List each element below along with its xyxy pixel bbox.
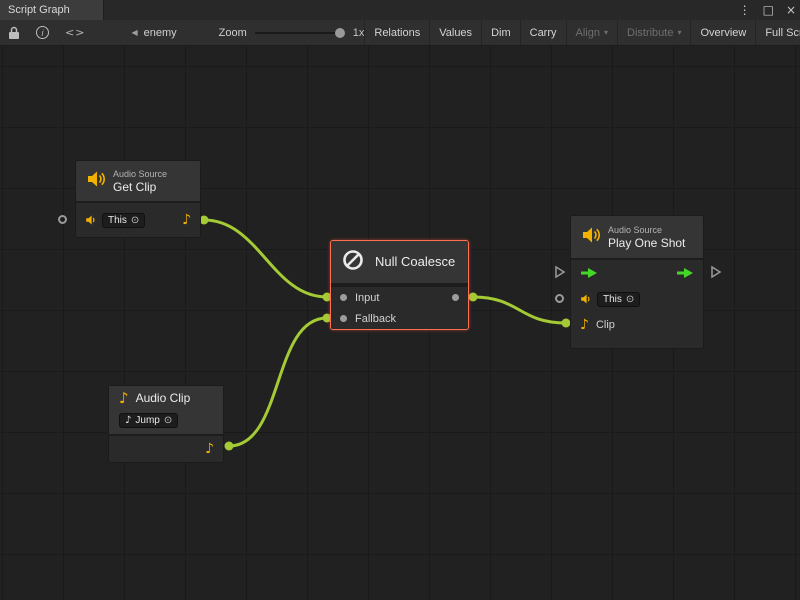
node-value-row: ♪ Jump ⊙ — [109, 410, 223, 434]
node-play-one-shot[interactable]: Audio Source Play One Shot This ⊙ — [570, 215, 704, 349]
input-port-row: Input — [331, 287, 468, 308]
audioclip-output-icon: ♪ — [182, 213, 191, 227]
node-title: Null Coalesce — [375, 255, 455, 269]
align-dropdown: Align ▾ — [566, 20, 617, 45]
zoom-slider-track — [255, 32, 345, 34]
zoom-slider-handle[interactable] — [335, 28, 345, 38]
close-icon[interactable]: × — [786, 4, 796, 16]
clip-port-label: Clip — [596, 319, 615, 331]
node-category: Audio Source — [113, 169, 167, 180]
music-note-icon: ♪ — [125, 415, 131, 426]
node-header: Null Coalesce — [331, 241, 468, 283]
node-title: Audio Clip — [136, 391, 191, 405]
breadcrumb[interactable]: ◀ enemy — [131, 27, 176, 39]
info-icon[interactable]: i — [36, 26, 49, 39]
toolbar-buttons: Relations Values Dim Carry Align ▾ Distr… — [364, 20, 800, 45]
node-title: Play One Shot — [608, 236, 685, 250]
port-audioclip-output[interactable] — [225, 442, 234, 451]
code-icon[interactable]: <> — [65, 26, 85, 39]
zoom-group: Zoom 1x — [219, 26, 365, 40]
fallback-port-row: Fallback — [331, 308, 468, 329]
object-picker-icon[interactable]: ⊙ — [131, 215, 139, 226]
speaker-icon — [580, 293, 592, 305]
audioclip-output-icon: ♪ — [205, 442, 214, 456]
object-picker-icon[interactable]: ⊙ — [164, 415, 172, 426]
node-footer — [571, 338, 703, 348]
input-port-dot[interactable] — [340, 294, 347, 301]
maximize-icon[interactable]: □ — [763, 4, 774, 16]
node-header: Audio Source Get Clip — [76, 161, 200, 201]
window-tab-bar: Script Graph ⋮ □ × — [0, 0, 800, 20]
port-playoneshot-this-input[interactable] — [555, 294, 564, 303]
clip-input-icon: ♪ — [580, 318, 589, 332]
relations-button[interactable]: Relations — [364, 20, 429, 45]
tab-script-graph[interactable]: Script Graph — [0, 0, 104, 20]
node-title: Get Clip — [113, 180, 167, 194]
this-object-field[interactable]: This ⊙ — [102, 213, 145, 228]
this-object-field[interactable]: This ⊙ — [597, 292, 640, 307]
back-arrow-icon[interactable]: ◀ — [131, 28, 137, 37]
lock-icon[interactable] — [8, 26, 20, 40]
wire-null-to-clip[interactable] — [473, 297, 566, 323]
graph-toolbar: i <> ◀ enemy Zoom 1x Relations Values Di… — [0, 20, 800, 46]
node-category: Audio Source — [608, 225, 685, 236]
port-flow-enter[interactable] — [556, 267, 564, 277]
graph-canvas[interactable]: Audio Source Get Clip This ⊙ ♪ — [0, 46, 800, 600]
carry-button[interactable]: Carry — [520, 20, 566, 45]
dim-button[interactable]: Dim — [481, 20, 520, 45]
kebab-menu-icon[interactable]: ⋮ — [739, 4, 751, 16]
chevron-down-icon: ▾ — [677, 28, 681, 37]
zoom-value: 1x — [353, 27, 365, 39]
port-flow-exit[interactable] — [712, 267, 720, 277]
clip-port-row: ♪ Clip — [571, 312, 703, 338]
toolbar-left-icons: i <> — [0, 26, 85, 40]
fallback-port-label: Fallback — [355, 313, 396, 325]
distribute-dropdown: Distribute ▾ — [617, 20, 690, 45]
overview-button[interactable]: Overview — [690, 20, 755, 45]
values-button[interactable]: Values — [429, 20, 481, 45]
node-get-clip[interactable]: Audio Source Get Clip This ⊙ ♪ — [75, 160, 201, 238]
audio-source-icon — [86, 169, 106, 194]
node-null-coalesce[interactable]: Null Coalesce Input Fallback — [330, 240, 469, 330]
result-port-dot[interactable] — [452, 294, 459, 301]
window-controls: ⋮ □ × — [739, 0, 796, 20]
node-audio-clip[interactable]: ♪ Audio Clip ♪ Jump ⊙ ♪ — [108, 385, 224, 463]
audio-clip-icon: ♪ — [119, 391, 129, 406]
chevron-down-icon: ▾ — [604, 28, 608, 37]
output-port-row: ♪ — [109, 436, 223, 462]
control-flow-row — [571, 260, 703, 286]
graph-name: enemy — [144, 27, 177, 39]
flow-out-arrow-icon[interactable] — [676, 267, 694, 279]
object-picker-icon[interactable]: ⊙ — [626, 294, 634, 305]
input-port-label: Input — [355, 292, 379, 304]
fullscreen-button[interactable]: Full Screen — [755, 20, 800, 45]
flow-in-arrow-icon[interactable] — [580, 267, 598, 279]
fallback-port-dot[interactable] — [340, 315, 347, 322]
node-header: ♪ Audio Clip — [109, 386, 223, 410]
port-getclip-this-input[interactable] — [58, 215, 67, 224]
node-header: Audio Source Play One Shot — [571, 216, 703, 258]
port-null-output[interactable] — [469, 293, 478, 302]
this-port-row: This ⊙ — [571, 286, 703, 312]
this-port-row: This ⊙ ♪ — [76, 203, 200, 237]
wire-getclip-to-input[interactable] — [204, 220, 327, 297]
zoom-label: Zoom — [219, 27, 247, 39]
tab-label: Script Graph — [8, 4, 70, 16]
audio-source-icon — [581, 225, 601, 250]
audioclip-object-field[interactable]: ♪ Jump ⊙ — [119, 413, 178, 428]
null-coalesce-icon — [341, 248, 365, 277]
speaker-icon — [85, 214, 97, 226]
zoom-slider[interactable] — [255, 26, 345, 40]
wire-audioclip-to-fallback[interactable] — [229, 318, 327, 446]
